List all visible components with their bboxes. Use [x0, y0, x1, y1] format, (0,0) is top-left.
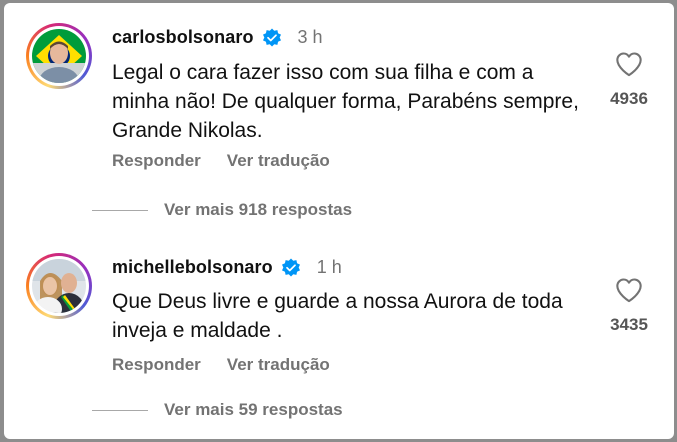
- avatar-story-ring[interactable]: [26, 253, 92, 319]
- view-replies-label[interactable]: Ver mais 59 respostas: [164, 400, 343, 420]
- comment-actions: Responder Ver tradução: [112, 355, 330, 375]
- divider-line: [92, 209, 148, 211]
- translate-button[interactable]: Ver tradução: [227, 355, 330, 375]
- verified-badge-icon: [262, 28, 281, 46]
- translate-button[interactable]: Ver tradução: [227, 151, 330, 171]
- view-replies[interactable]: Ver mais 59 respostas: [92, 400, 343, 420]
- reply-button[interactable]: Responder: [112, 151, 201, 171]
- verified-badge-icon: [281, 258, 300, 276]
- comment-header: michellebolsonaro 1 h: [112, 257, 342, 278]
- comment-timestamp: 1 h: [316, 257, 342, 277]
- view-replies-label[interactable]: Ver mais 918 respostas: [164, 200, 352, 220]
- heart-outline-icon[interactable]: [615, 51, 643, 77]
- comment-text: Legal o cara fazer isso com sua filha e …: [112, 61, 579, 142]
- comment-actions: Responder Ver tradução: [112, 151, 330, 171]
- like-count: 3435: [610, 315, 648, 334]
- like-area: 4936: [604, 51, 654, 109]
- avatar: [32, 29, 86, 83]
- comment-header: carlosbolsonaro 3 h: [112, 27, 323, 48]
- username-link[interactable]: carlosbolsonaro: [112, 27, 254, 48]
- divider-line: [92, 409, 148, 411]
- heart-outline-icon[interactable]: [615, 277, 643, 303]
- reply-button[interactable]: Responder: [112, 355, 201, 375]
- view-replies[interactable]: Ver mais 918 respostas: [92, 200, 352, 220]
- avatar-story-ring[interactable]: [26, 23, 92, 89]
- comment-text: Que Deus livre e guarde a nossa Aurora d…: [112, 290, 563, 342]
- username-link[interactable]: michellebolsonaro: [112, 257, 273, 278]
- comments-panel: carlosbolsonaro 3 h Legal o cara fazer i…: [4, 3, 674, 439]
- comment-timestamp: 3 h: [297, 27, 323, 47]
- like-count: 4936: [610, 89, 648, 108]
- avatar: [32, 259, 86, 313]
- like-area: 3435: [604, 277, 654, 335]
